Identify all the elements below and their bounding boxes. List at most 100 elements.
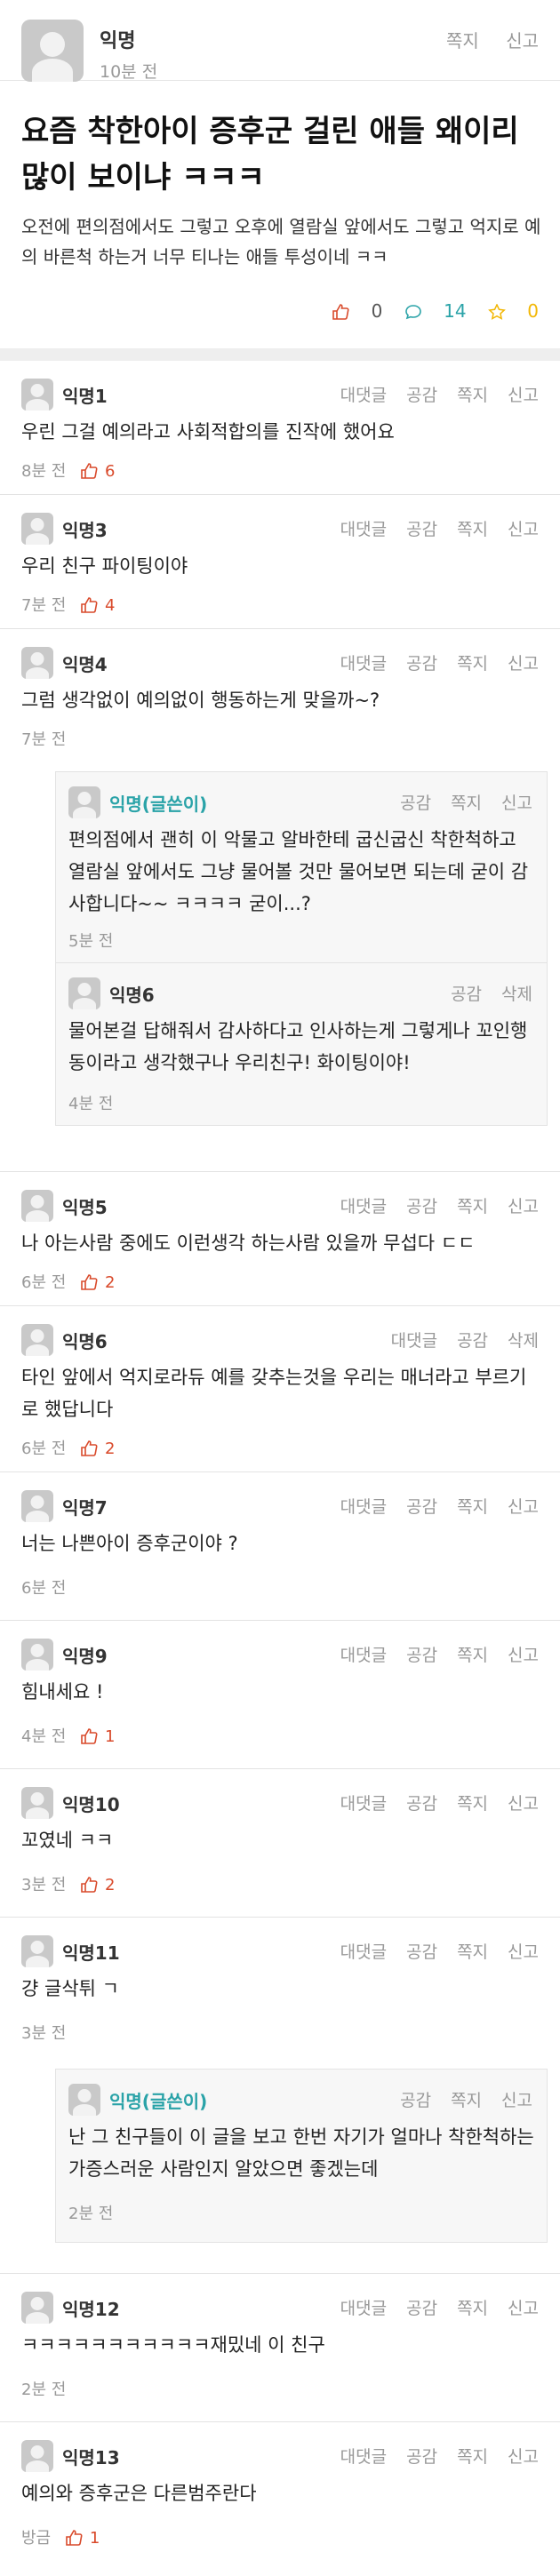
- comment-author: 익명10: [62, 1794, 120, 1815]
- message-button[interactable]: 쪽지: [457, 520, 488, 539]
- message-button[interactable]: 쪽지: [457, 386, 488, 405]
- comment-meta: 3분 전 2: [21, 1872, 115, 1895]
- comment: 익명11 대댓글 공감 쪽지 신고 걍 글삭튀 ㄱ 3분 전 익명(글쓴이) 공감 쪽지…: [0, 1918, 560, 2274]
- comment-actions: 대댓글 공감 쪽지 신고: [321, 1642, 539, 1666]
- thumbs-up-icon: [332, 304, 349, 320]
- comment-text: 예의와 증후군은 다른범주란다: [21, 2483, 257, 2504]
- author-avatar: [21, 20, 84, 82]
- report-button[interactable]: 신고: [506, 30, 539, 52]
- comment-text: 그럼 생각없이 예의없이 행동하는게 맞을까~?: [21, 690, 380, 711]
- reply-time: 5분 전: [68, 932, 114, 951]
- avatar: [21, 1490, 53, 1522]
- reply-button[interactable]: 대댓글: [340, 520, 387, 539]
- avatar: [21, 2440, 53, 2472]
- comment-meta: 6분 전 2: [21, 1436, 115, 1459]
- comment-author: 익명4: [62, 654, 108, 675]
- message-button[interactable]: 쪽지: [457, 2447, 488, 2467]
- comment: 익명5 대댓글 공감 쪽지 신고 나 아는사람 중에도 이런생각 하는사람 있을까 무…: [0, 1172, 560, 1306]
- report-button[interactable]: 신고: [508, 1942, 539, 1962]
- like-stat[interactable]: 0: [332, 300, 388, 322]
- comment-text: 꼬였네 ㅋㅋ: [21, 1830, 114, 1851]
- report-button[interactable]: 신고: [508, 1497, 539, 1517]
- report-button[interactable]: 신고: [508, 386, 539, 405]
- reply-button[interactable]: 대댓글: [340, 1646, 387, 1665]
- like-button[interactable]: 공감: [400, 794, 431, 813]
- thumbs-up-icon: [81, 1440, 98, 1456]
- like-count: 0: [371, 300, 383, 322]
- reply-button[interactable]: 대댓글: [340, 2447, 387, 2467]
- reply-button[interactable]: 대댓글: [340, 2299, 387, 2318]
- reply-button[interactable]: 대댓글: [340, 386, 387, 405]
- post-header: 익명 10분 전 쪽지 신고: [0, 0, 560, 82]
- comment-count: 14: [444, 300, 467, 322]
- avatar: [68, 2084, 100, 2116]
- message-button[interactable]: 쪽지: [451, 2091, 482, 2110]
- message-button[interactable]: 쪽지: [457, 654, 488, 674]
- like-button[interactable]: 공감: [406, 386, 437, 405]
- delete-button[interactable]: 삭제: [508, 1331, 539, 1351]
- comment: 익명10 대댓글 공감 쪽지 신고 꼬였네 ㅋㅋ 3분 전 2: [0, 1769, 560, 1918]
- reply-time: 2분 전: [68, 2205, 114, 2223]
- comment-time: 2분 전: [21, 2381, 67, 2399]
- report-button[interactable]: 신고: [508, 520, 539, 539]
- message-button[interactable]: 쪽지: [457, 1942, 488, 1962]
- scrap-stat[interactable]: 0: [488, 300, 539, 322]
- like-button[interactable]: 공감: [406, 1197, 437, 1216]
- avatar: [21, 513, 53, 545]
- comment-actions: 대댓글 공감 쪽지 신고: [321, 382, 539, 406]
- like-button[interactable]: 공감: [406, 1794, 437, 1814]
- message-button[interactable]: 쪽지: [457, 1646, 488, 1665]
- comment-text: 너는 나쁜아이 증후군이야 ?: [21, 1533, 238, 1554]
- like-count: 4: [105, 596, 116, 615]
- message-button[interactable]: 쪽지: [457, 1197, 488, 1216]
- report-button[interactable]: 신고: [508, 654, 539, 674]
- like-button[interactable]: 공감: [406, 1497, 437, 1517]
- report-button[interactable]: 신고: [508, 2447, 539, 2467]
- scrap-count: 0: [527, 300, 539, 322]
- message-button[interactable]: 쪽지: [446, 30, 479, 52]
- comment-time: 방금: [21, 2529, 52, 2548]
- avatar: [21, 1324, 53, 1356]
- report-button[interactable]: 신고: [508, 1794, 539, 1814]
- thumbs-up-icon: [81, 1728, 98, 1744]
- comment-actions: 대댓글 공감 쪽지 신고: [321, 1494, 539, 1518]
- like-button[interactable]: 공감: [406, 1942, 437, 1962]
- message-button[interactable]: 쪽지: [457, 2299, 488, 2318]
- message-button[interactable]: 쪽지: [457, 1497, 488, 1517]
- report-button[interactable]: 신고: [501, 794, 532, 813]
- reply-button[interactable]: 대댓글: [340, 1197, 387, 1216]
- like-button[interactable]: 공감: [406, 1646, 437, 1665]
- report-button[interactable]: 신고: [508, 2299, 539, 2318]
- report-button[interactable]: 신고: [501, 2091, 532, 2110]
- delete-button[interactable]: 삭제: [501, 985, 532, 1004]
- reply: 익명(글쓴이) 공감 쪽지 신고 편의점에서 괜히 이 악물고 알바한테 굽신굽신 …: [55, 771, 548, 963]
- like-button[interactable]: 공감: [406, 2447, 437, 2467]
- reply-button[interactable]: 대댓글: [340, 1497, 387, 1517]
- comment-text: ㅋㅋㅋㅋㅋㅋㅋㅋㅋㅋㅋ재밌네 이 친구: [21, 2334, 325, 2356]
- message-button[interactable]: 쪽지: [451, 794, 482, 813]
- reply-button[interactable]: 대댓글: [340, 1942, 387, 1962]
- like-button[interactable]: 공감: [406, 2299, 437, 2318]
- like-button[interactable]: 공감: [457, 1331, 488, 1351]
- like-button[interactable]: 공감: [406, 520, 437, 539]
- like-button[interactable]: 공감: [406, 654, 437, 674]
- comment: 익명1 대댓글 공감 쪽지 신고 우린 그걸 예의라고 사회적합의를 진작에 했어요 …: [0, 361, 560, 495]
- message-button[interactable]: 쪽지: [457, 1794, 488, 1814]
- reply-button[interactable]: 대댓글: [340, 1794, 387, 1814]
- comment-icon: [404, 305, 421, 320]
- reply-author-op: 익명(글쓴이): [109, 794, 208, 815]
- like-button[interactable]: 공감: [451, 985, 482, 1004]
- post-title: 요즘 착한아이 증후군 걸린 애들 왜이리 많이 보이냐 ㅋㅋㅋ: [21, 114, 519, 195]
- avatar: [21, 1639, 53, 1671]
- reply-button[interactable]: 대댓글: [391, 1331, 437, 1351]
- post-actions: 쪽지 신고: [425, 27, 539, 52]
- avatar: [21, 647, 53, 679]
- report-button[interactable]: 신고: [508, 1646, 539, 1665]
- reply-button[interactable]: 대댓글: [340, 654, 387, 674]
- report-button[interactable]: 신고: [508, 1197, 539, 1216]
- avatar: [21, 1935, 53, 1967]
- like-button[interactable]: 공감: [400, 2091, 431, 2110]
- reply-time: 4분 전: [68, 1095, 114, 1113]
- comment-text: 걍 글삭튀 ㄱ: [21, 1978, 119, 1999]
- comment-author: 익명13: [62, 2447, 120, 2468]
